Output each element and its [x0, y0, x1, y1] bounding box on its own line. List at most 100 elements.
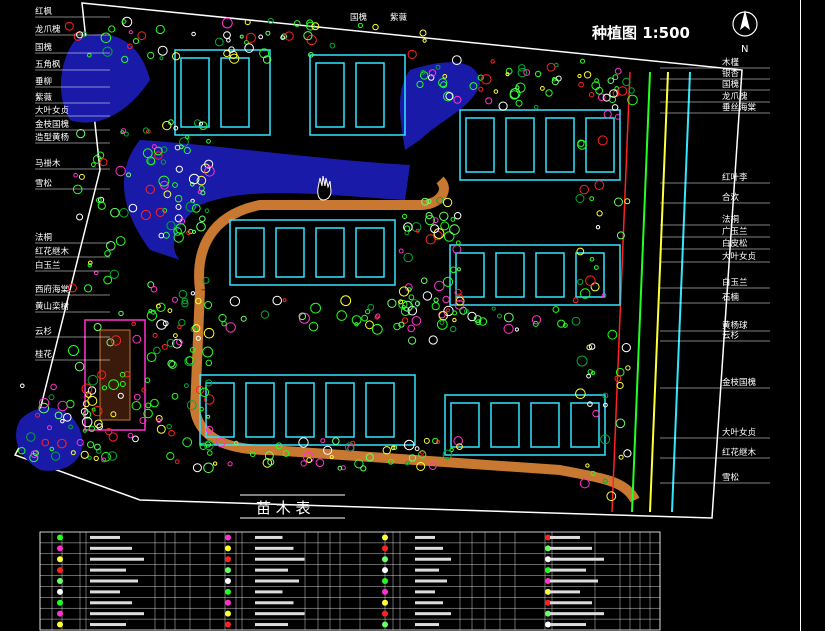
plant-symbol — [72, 184, 83, 195]
plant-symbol — [445, 308, 450, 313]
plant-symbol — [344, 442, 355, 452]
plant-symbol — [503, 312, 514, 323]
plant-symbol — [450, 325, 457, 333]
plant-schedule-table — [39, 531, 661, 631]
plant-symbol — [132, 38, 140, 45]
building-unit — [355, 62, 385, 128]
plant-symbol — [173, 333, 178, 339]
plant-label-right: 银杏 — [722, 68, 740, 79]
plant-label-right: 黄杨球 — [722, 320, 748, 331]
table-text-bar — [550, 601, 592, 605]
plant-symbol — [589, 257, 595, 262]
plant-symbol — [240, 315, 247, 322]
plant-symbol — [588, 343, 596, 350]
pond-southwest — [16, 407, 83, 471]
table-plant-symbol — [225, 534, 231, 541]
table-plant-symbol — [382, 545, 388, 552]
plant-symbol — [204, 208, 210, 213]
plant-label-right: 红叶李 — [722, 172, 748, 183]
east-corridor-3 — [671, 71, 691, 513]
table-plant-symbol — [57, 610, 63, 617]
site-plan-canvas[interactable]: 红枫龙爪槐国槐五角枫垂柳紫薇大叶女贞金枝国槐造型黄杨马褂木雪松法桐红花继木白玉兰… — [0, 0, 825, 631]
plant-symbol — [97, 201, 106, 210]
building-unit — [450, 402, 480, 448]
building-unit — [365, 382, 395, 438]
plant-symbol — [419, 29, 427, 37]
plant-symbol — [87, 395, 98, 406]
plant-symbol — [438, 311, 448, 321]
plant-symbol — [478, 86, 484, 92]
plant-symbol — [625, 365, 631, 371]
table-text-bar — [90, 612, 144, 616]
table-plant-symbol — [225, 610, 231, 617]
plant-symbol — [496, 313, 502, 319]
plant-label-left: 大叶女贞 — [35, 105, 69, 116]
plant-symbol — [575, 194, 585, 203]
plant-symbol — [104, 250, 111, 257]
plant-symbol — [93, 270, 99, 276]
plant-symbol — [382, 446, 391, 455]
nursery-table-title: 苗 木 表 — [256, 499, 311, 517]
plant-label-right: 木槿 — [722, 57, 740, 68]
cad-drawing-viewport[interactable]: 红枫 龙爪槐 国槐 五角枫 垂柳 紫薇 大叶女贞 金枝国槐 造型黄杨 马褂木 雪松 法桐 红花继木 白玉兰… — [0, 0, 825, 631]
plant-symbol — [505, 72, 510, 77]
plant-symbol — [245, 32, 256, 43]
plant-symbol — [360, 465, 367, 472]
table-plant-symbol — [57, 567, 63, 574]
table-text-bar — [255, 535, 283, 539]
table-text-bar — [255, 623, 288, 627]
table-plant-symbol — [225, 545, 231, 552]
plant-symbol — [514, 327, 520, 332]
plant-symbol — [531, 315, 542, 325]
plant-label-right: 白皮松 — [722, 238, 748, 249]
plant-symbol — [172, 296, 178, 303]
plant-symbol — [614, 114, 621, 120]
plant-symbol — [84, 284, 93, 293]
plant-symbol — [588, 92, 595, 98]
table-plant-symbol — [382, 588, 388, 595]
table-text-bar — [90, 568, 126, 572]
table-text-bar — [550, 568, 586, 572]
building-unit — [545, 117, 575, 173]
plant-symbol — [347, 444, 355, 452]
table-text-bar — [550, 546, 592, 550]
plant-symbol — [449, 224, 460, 235]
plant-symbol — [192, 463, 202, 473]
plant-symbol — [595, 225, 601, 230]
plant-symbol — [452, 317, 457, 323]
plant-symbol — [433, 228, 445, 239]
plant-symbol — [199, 215, 206, 223]
plant-symbol — [91, 162, 96, 168]
plant-symbol — [93, 455, 99, 461]
plant-symbol — [87, 374, 99, 386]
plant-symbol — [162, 120, 172, 131]
plant-symbol — [585, 463, 590, 468]
plant-symbol — [578, 81, 584, 88]
plant-symbol — [260, 310, 270, 319]
plant-symbol — [432, 217, 439, 224]
plant-symbol — [214, 37, 224, 47]
plant-label-right: 法桐 — [722, 214, 739, 225]
plant-symbol — [540, 86, 545, 91]
north-label: N — [741, 44, 748, 55]
plant-symbol — [546, 62, 556, 72]
plant-symbol — [433, 297, 439, 303]
plant-symbol — [422, 291, 433, 301]
plant-symbol — [218, 313, 227, 323]
plant-symbol — [152, 332, 158, 338]
plant-label-right: 云杉 — [722, 330, 740, 341]
plant-symbol — [57, 400, 68, 412]
plant-symbol — [623, 449, 632, 458]
plant-symbol — [78, 173, 85, 180]
plant-symbol — [411, 316, 422, 326]
plant-symbol — [408, 294, 415, 301]
pond-north — [400, 62, 480, 150]
table-text-bar — [415, 601, 443, 605]
plant-symbol — [115, 236, 126, 246]
plant-symbol — [132, 435, 139, 443]
plant-symbol — [115, 165, 126, 177]
plant-symbol — [153, 346, 161, 355]
plant-label-right: 大叶女贞 — [722, 427, 756, 438]
plant-symbol — [298, 437, 309, 448]
plant-symbol — [103, 275, 113, 285]
